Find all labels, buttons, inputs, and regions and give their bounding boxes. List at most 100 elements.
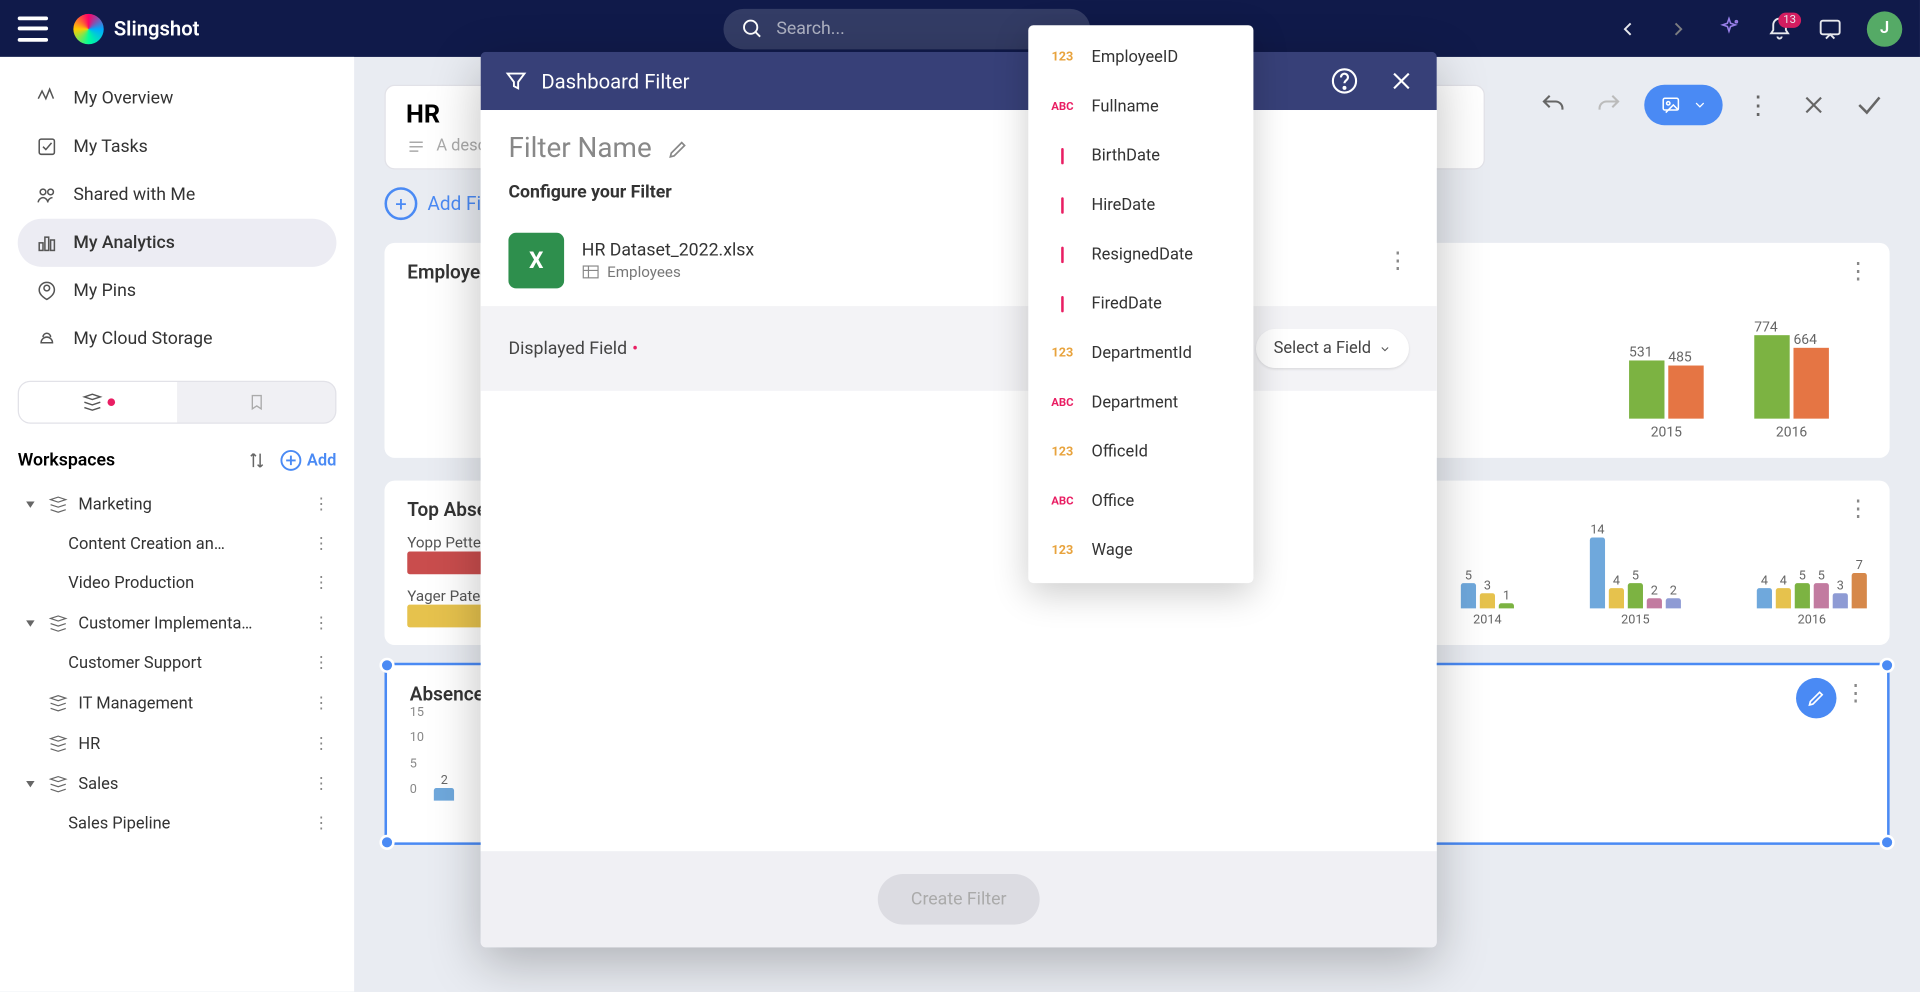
field-option-resigneddate[interactable]: ResignedDate [1028,230,1253,279]
plus-icon: + [384,187,417,220]
workspace-subitem[interactable]: Content Creation an…⋮ [18,525,337,564]
close-icon[interactable] [1389,68,1414,93]
nav-item-my-analytics[interactable]: My Analytics [18,219,337,267]
stack-icon [48,693,68,713]
stack-icon [48,613,68,633]
item-menu[interactable]: ⋮ [311,495,331,514]
nav-item-my-pins[interactable]: My Pins [18,267,337,315]
configure-label: Configure your Filter [481,175,1437,215]
excel-icon: X [508,233,564,289]
item-menu[interactable]: ⋮ [311,775,331,794]
required-indicator: • [632,338,638,358]
undo-button[interactable] [1533,85,1573,125]
help-icon[interactable] [1331,67,1359,95]
nav-forward-icon[interactable] [1664,15,1692,43]
filter-name-input[interactable]: Filter Name [508,133,651,165]
type-123-icon: 123 [1049,347,1077,361]
select-field-button[interactable]: Select a Field [1256,329,1409,368]
filter-icon [503,68,528,93]
sidebar: My OverviewMy TasksShared with MeMy Anal… [0,57,354,992]
edit-card-button[interactable] [1796,678,1836,718]
item-menu[interactable]: ⋮ [311,654,331,673]
item-menu[interactable]: ⋮ [311,734,331,753]
field-option-officeid[interactable]: 123OfficeId [1028,428,1253,477]
type-date-icon [1049,199,1077,213]
type-date-icon [1049,149,1077,163]
brand[interactable]: Slingshot [73,13,199,43]
displayed-field-label: Displayed Field [508,338,627,358]
type-123-icon: 123 [1049,51,1077,65]
close-button[interactable] [1793,85,1833,125]
chevron-down-icon [1692,97,1707,112]
field-option-department[interactable]: ABCDepartment [1028,378,1253,427]
nav-item-my-overview[interactable]: My Overview [18,75,337,123]
field-option-office[interactable]: ABCOffice [1028,477,1253,526]
item-menu[interactable]: ⋮ [311,815,331,834]
bell-icon[interactable]: 13 [1766,15,1794,43]
pencil-icon[interactable] [667,137,690,160]
sort-icon[interactable] [246,450,266,470]
type-123-icon: 123 [1049,544,1077,558]
chat-icon[interactable] [1816,15,1844,43]
field-option-fireddate[interactable]: FiredDate [1028,280,1253,329]
field-option-fullname[interactable]: ABCFullname [1028,82,1253,131]
nav-item-my-tasks[interactable]: My Tasks [18,123,337,171]
view-toggle[interactable] [18,381,337,424]
workspace-item[interactable]: Sales⋮ [18,764,337,804]
confirm-button[interactable] [1849,85,1889,125]
card-menu-button[interactable]: ⋮ [1844,680,1867,707]
brand-name: Slingshot [114,16,200,40]
item-menu[interactable]: ⋮ [311,694,331,713]
field-option-hiredate[interactable]: HireDate [1028,181,1253,230]
view-toggle-stacks[interactable] [19,382,177,422]
row-menu-button[interactable]: ⋮ [1386,247,1409,274]
field-option-departmentid[interactable]: 123DepartmentId [1028,329,1253,378]
redo-button[interactable] [1589,85,1629,125]
nav-item-my-cloud-storage[interactable]: My Cloud Storage [18,315,337,363]
field-option-wage[interactable]: 123Wage [1028,526,1253,575]
workspace-subitem[interactable]: Video Production⋮ [18,564,337,603]
dashboard-filter-modal: Dashboard Filter Filter Name Configure y… [481,52,1437,947]
workspace-item[interactable]: IT Management⋮ [18,683,337,723]
datasource-name: HR Dataset_2022.xlsx [582,240,754,260]
card-menu-button[interactable]: ⋮ [1847,496,1870,523]
nav-icon [35,231,58,254]
nav-back-icon[interactable] [1614,15,1642,43]
add-workspace-button[interactable]: Add [279,449,336,472]
nav-icon [35,328,58,351]
table-icon [582,264,600,279]
caret-icon [23,778,38,791]
stack-icon [48,495,68,515]
avatar[interactable]: J [1867,11,1902,46]
modal-titlebar: Dashboard Filter [481,52,1437,110]
field-option-birthdate[interactable]: BirthDate [1028,132,1253,181]
modal-footer: Create Filter [481,851,1437,947]
workspaces-label: Workspaces [18,450,115,470]
search-icon [741,17,764,40]
workspace-item[interactable]: Marketing⋮ [18,484,337,524]
notification-badge: 13 [1778,12,1801,27]
theme-chip[interactable] [1644,85,1722,125]
card-menu-button[interactable]: ⋮ [1847,258,1870,285]
workspace-item[interactable]: HR⋮ [18,723,337,763]
displayed-field-row: Displayed Field • Select a Field [481,306,1437,391]
item-menu[interactable]: ⋮ [311,614,331,633]
workspace-item[interactable]: Customer Implementa…⋮ [18,603,337,643]
datasource-row[interactable]: X HR Dataset_2022.xlsx Employees ⋮ [481,215,1437,306]
type-date-icon [1049,297,1077,311]
more-button[interactable]: ⋮ [1738,85,1778,125]
hamburger-icon[interactable] [18,16,48,41]
workspaces-header: Workspaces Add [18,449,337,472]
view-toggle-bookmarks[interactable] [177,382,335,422]
create-filter-button[interactable]: Create Filter [878,874,1039,925]
list-item: Yager Patel [407,587,484,605]
dashboard-toolbar: ⋮ [1533,85,1890,125]
workspace-subitem[interactable]: Sales Pipeline⋮ [18,804,337,843]
item-menu[interactable]: ⋮ [311,574,331,593]
workspace-subitem[interactable]: Customer Support⋮ [18,644,337,683]
sparkle-icon[interactable] [1715,15,1743,43]
item-menu[interactable]: ⋮ [311,535,331,554]
nav-item-shared-with-me[interactable]: Shared with Me [18,171,337,219]
field-option-employeeid[interactable]: 123EmployeeID [1028,33,1253,82]
image-icon [1659,95,1682,115]
